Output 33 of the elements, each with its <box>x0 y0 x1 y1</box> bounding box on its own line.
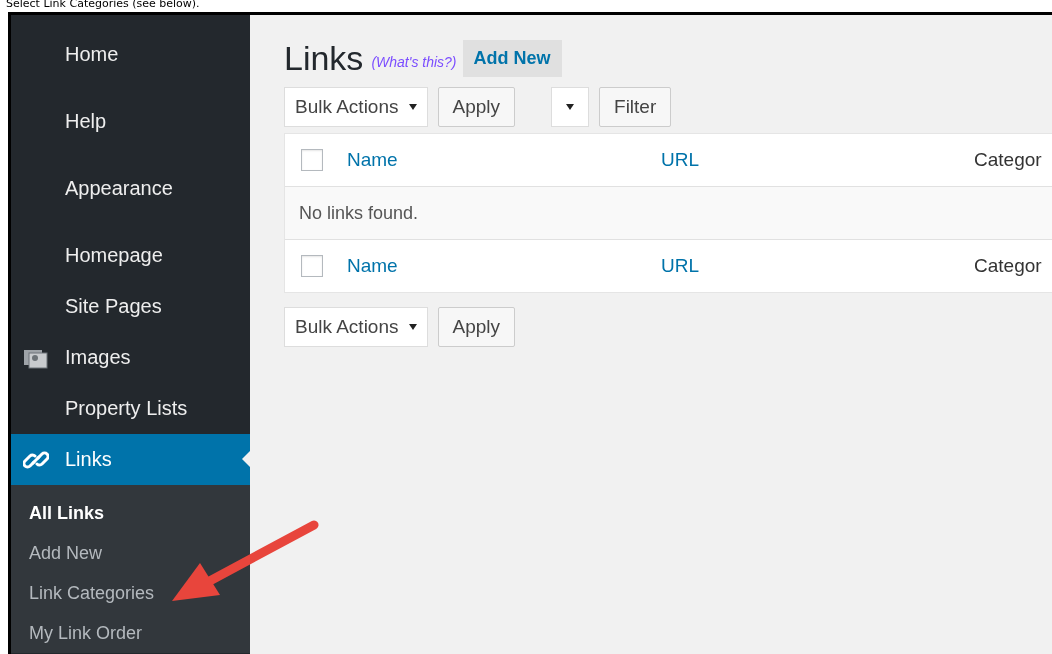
column-header: Categor <box>974 255 1042 277</box>
sidebar-item[interactable]: Home <box>11 29 250 80</box>
sidebar-item[interactable]: Site Pages <box>11 281 250 332</box>
apply-button[interactable]: Apply <box>437 87 516 127</box>
caret-icon <box>408 323 417 331</box>
empty-message: No links found. <box>299 202 419 224</box>
sidebar-item[interactable]: Links <box>11 434 250 485</box>
submenu-item[interactable]: Link Categories <box>11 573 250 613</box>
submenu-item[interactable]: All Links <box>11 493 250 533</box>
column-header[interactable]: URL <box>661 255 974 277</box>
sidebar-item[interactable]: Appearance <box>11 163 250 214</box>
submenu-item[interactable]: My Link Order <box>11 613 250 653</box>
page-title: Links <box>284 38 364 78</box>
column-header: Categor <box>974 149 1042 171</box>
column-header[interactable]: Name <box>347 255 661 277</box>
select-all-checkbox[interactable] <box>301 255 323 277</box>
sidebar-item[interactable]: Help <box>11 96 250 147</box>
filter-button[interactable]: Filter <box>599 87 672 127</box>
sidebar-item[interactable]: Images <box>11 332 250 383</box>
column-header[interactable]: Name <box>347 149 661 171</box>
caret-icon <box>566 103 575 111</box>
caret-icon <box>408 103 417 111</box>
sidebar-item[interactable]: Homepage <box>11 230 250 281</box>
bulk-actions-select[interactable]: Bulk Actions <box>284 87 428 127</box>
submenu-item[interactable]: Add New <box>11 533 250 573</box>
apply-button[interactable]: Apply <box>437 307 516 347</box>
filter-select[interactable] <box>551 87 590 127</box>
column-header[interactable]: URL <box>661 149 974 171</box>
bulk-actions-select[interactable]: Bulk Actions <box>284 307 428 347</box>
sidebar-item[interactable]: Property Lists <box>11 383 250 434</box>
add-new-button[interactable]: Add New <box>462 39 562 77</box>
whats-this-link[interactable]: (What's this?) <box>371 54 457 70</box>
select-all-checkbox[interactable] <box>301 149 323 171</box>
